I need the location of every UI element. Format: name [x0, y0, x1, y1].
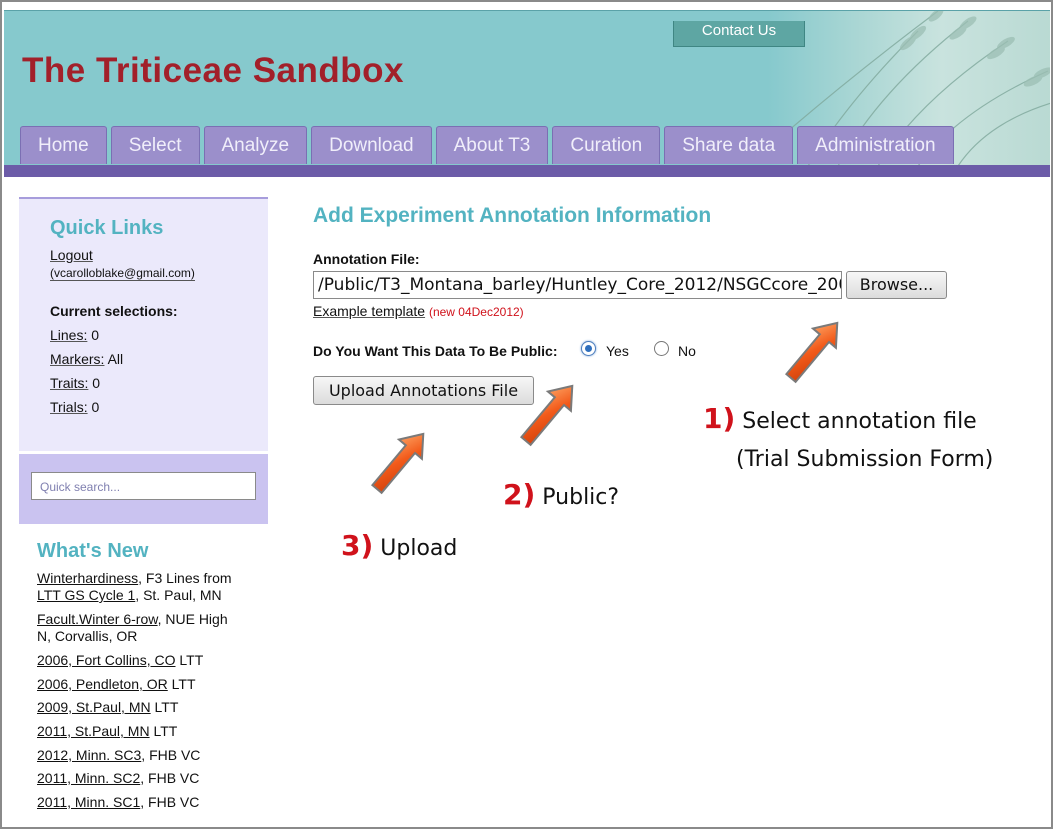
- callout-1-subtext: (Trial Submission Form): [736, 447, 994, 472]
- arrow-1-icon: [778, 312, 850, 389]
- callout-3-number: 3): [341, 529, 374, 562]
- arrow-2-icon: [513, 375, 585, 452]
- arrow-3-icon: [364, 423, 436, 500]
- callout-1: 1) Select annotation file: [703, 402, 977, 435]
- callout-3: 3) Upload: [341, 529, 457, 562]
- callout-2-number: 2): [503, 478, 536, 511]
- callout-2: 2) Public?: [503, 478, 619, 511]
- callout-1-text: Select annotation file: [742, 409, 977, 434]
- callout-1-number: 1): [703, 402, 736, 435]
- callout-2-text: Public?: [542, 485, 620, 510]
- callout-3-text: Upload: [380, 536, 458, 561]
